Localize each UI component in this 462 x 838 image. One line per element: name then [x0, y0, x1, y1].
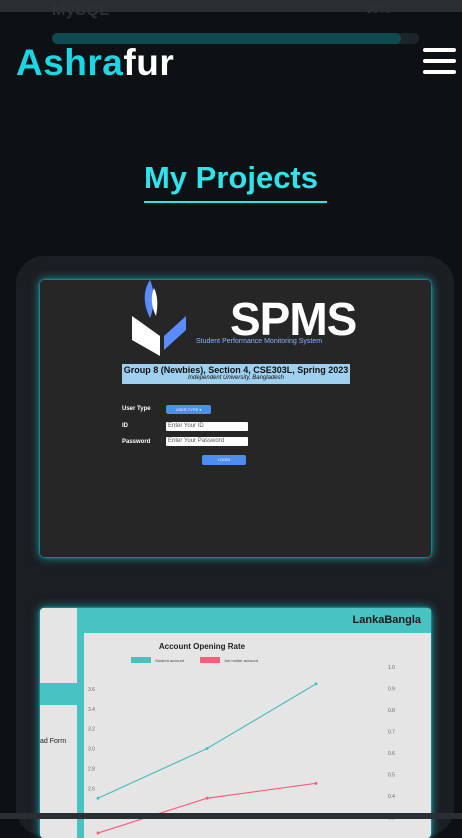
y-right-tick-label: 0.8: [388, 708, 395, 714]
series-point-0-0: [96, 796, 100, 800]
group-line-2: Independent University, Bangladesh: [188, 375, 284, 381]
password-field[interactable]: Enter Your Password: [166, 437, 248, 446]
y-left-tick-label: 3.0: [88, 747, 95, 753]
series-point-1-1: [205, 796, 209, 800]
y-left-tick-label: 3.2: [88, 727, 95, 733]
hamburger-line: [423, 59, 456, 63]
lb-sidebar-stripe: [77, 608, 84, 838]
hamburger-line: [423, 48, 456, 52]
y-left-tick-label: 3.4: [88, 707, 95, 713]
lb-sidebar: [40, 608, 77, 838]
group-info-box: Group 8 (Newbies), Section 4, CSE303L, S…: [122, 364, 350, 384]
chart-title: Account Opening Rate: [159, 642, 246, 651]
login-button[interactable]: LOGIN: [202, 455, 246, 465]
legend-label-jobholder: Job holder account: [224, 658, 259, 663]
logo-rest: fur: [123, 42, 175, 83]
legend-swatch-jobholder: [200, 657, 220, 663]
skill-percent: 90%: [366, 2, 391, 16]
lb-header: LankaBangla: [84, 608, 431, 633]
skill-label: MySQL: [52, 2, 110, 19]
logo-accent: Ashra: [16, 42, 124, 83]
user-type-select[interactable]: USER TYPE ▾: [166, 405, 211, 414]
id-field[interactable]: Enter Your ID: [166, 422, 248, 431]
y-right-tick-label: 0.5: [388, 773, 395, 779]
lb-brand: LankaBangla: [352, 614, 421, 626]
y-right-tick-label: 0.9: [388, 687, 395, 693]
title-underline: [144, 201, 327, 203]
spms-logo-icon: [132, 280, 186, 356]
project-card-spms[interactable]: SPMS Student Performance Monitoring Syst…: [40, 280, 431, 557]
bottom-scroll-shadow: [0, 813, 462, 819]
legend-label-student: Student account: [155, 658, 185, 663]
series-line-1: [97, 782, 317, 834]
y-left-tick-label: 2.8: [88, 766, 95, 772]
user-type-label: User Type: [122, 406, 151, 412]
section-title: My Projects: [143, 160, 318, 195]
hamburger-line: [423, 70, 456, 74]
series-point-1-0: [96, 831, 100, 835]
id-label: ID: [122, 423, 128, 429]
account-opening-chart: Account Opening Rate Student account Job…: [88, 642, 395, 835]
series-point-0-1: [205, 747, 209, 751]
y-right-tick-label: 0.6: [388, 751, 395, 757]
series-line-0: [97, 683, 317, 799]
project-card-lankabangla[interactable]: ad Form LankaBangla Account Opening Rate…: [40, 608, 431, 838]
y-right-tick-label: 0.7: [388, 730, 395, 736]
series-point-0-2: [314, 682, 318, 686]
y-left-tick-label: 2.6: [88, 786, 95, 792]
y-left-tick-label: 3.6: [88, 687, 95, 693]
lb-sidebar-highlight: [40, 683, 77, 705]
y-right-tick-label: 1.0: [388, 665, 395, 671]
group-line-1: Group 8 (Newbies), Section 4, CSE303L, S…: [123, 365, 349, 375]
site-logo[interactable]: Ashrafur: [16, 42, 174, 84]
password-label: Password: [122, 439, 151, 445]
y-right-tick-label: 0.4: [388, 794, 395, 800]
spms-subtitle: Student Performance Monitoring System: [196, 338, 323, 345]
hamburger-icon[interactable]: [423, 46, 456, 76]
lb-sidebar-text: ad Form: [40, 738, 67, 745]
series-point-1-2: [314, 781, 318, 785]
legend-swatch-student: [131, 657, 151, 663]
